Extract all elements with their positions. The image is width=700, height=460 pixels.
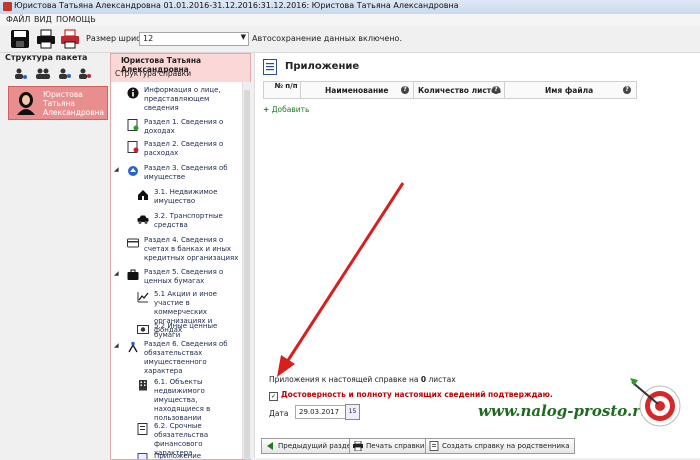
structure-item[interactable]: ◢ Раздел 3. Сведения об имуществе [111,164,242,184]
finance-doc-icon [137,423,148,435]
structure-scrollbar[interactable] [242,82,251,460]
structure-item-label: 3.2. Транспортные средства [154,212,223,229]
menu-view[interactable]: ВИД [34,15,52,24]
watermark: www.nalog-prosto.ru [478,402,652,420]
attachment-icon [137,453,148,459]
title-bar: Юристова Татьяна Александровна 01.01.201… [0,0,700,15]
print-pdf-icon[interactable] [60,29,80,49]
house-icon [138,190,148,200]
bank-card-icon [127,238,139,248]
structure-item-label: 5.2 Иные ценные бумаги [154,322,218,339]
remove-person-icon[interactable] [79,68,91,80]
expand-triangle-icon[interactable]: ◢ [114,342,119,349]
securities-icon [137,325,149,334]
date-input[interactable]: 29.03.2017 [295,405,346,419]
toolbar: Размер шрифта: 12 ▼ Автосохранение данны… [0,26,700,53]
add-child-icon[interactable] [59,68,71,80]
expense-doc-icon [127,141,139,153]
create-relative-button[interactable]: Создать справку на родственника [425,438,575,454]
calendar-icon[interactable]: 15 [345,404,360,420]
structure-item-label: 6.1. Объекты недвижимого имущества, нахо… [154,378,211,422]
add-person-icon[interactable] [15,68,27,80]
structure-item-label: Раздел 2. Сведения о расходах [144,140,224,157]
structure-item-label: Раздел 4. Сведения о счетах в банках и и… [144,236,239,262]
package-toolbar [14,68,96,82]
package-person-item[interactable]: Юристова Татьяна Александровна [8,86,108,120]
structure-item-label: Раздел 6. Сведения об обязательствах иму… [144,340,228,375]
structure-item[interactable]: ◢ Раздел 5. Сведения о ценных бумагах [111,268,242,288]
expand-triangle-icon[interactable]: ◢ [114,270,119,277]
attachments-count-text: Приложения к настоящей справке на 0 лист… [269,375,456,384]
obligations-icon [128,341,138,353]
font-size-select[interactable]: 12 ▼ [139,32,249,46]
count-suffix: листах [428,375,456,384]
structure-item-label: 3.1. Недвижимое имущество [154,188,218,205]
structure-item[interactable]: 3.1. Недвижимое имущество [111,188,242,208]
structure-item-label: Приложение [154,452,202,459]
scrollbar-thumb[interactable] [244,90,250,460]
confirm-checkbox[interactable]: ✓ [269,392,278,401]
print-icon[interactable] [36,29,56,49]
prev-section-label: Предыдущий раздел [278,442,356,450]
count-value: 0 [420,375,427,384]
structure-header: Юристова Татьяна Александровна Структура… [111,54,250,82]
menu-bar: ФАЙЛ ВИД ПОМОЩЬ [0,14,700,26]
target-logo-icon [630,378,681,427]
app-icon [3,2,12,11]
prev-section-button[interactable]: Предыдущий раздел [261,438,361,454]
structure-item[interactable]: 6.2. Срочные обязательства финансового х… [111,422,242,457]
package-person-name: Юристова Татьяна Александровна [43,90,105,117]
print-report-label: Печать справки [366,442,425,450]
count-prefix: Приложения к настоящей справке на [269,375,419,384]
arrow-left-icon [267,442,273,450]
structure-item[interactable]: 5.1 Акции и иное участие в коммерческих … [111,290,242,334]
menu-file[interactable]: ФАЙЛ [6,15,30,24]
structure-item[interactable]: 6.1. Объекты недвижимого имущества, нахо… [111,378,242,422]
structure-item[interactable]: Информация о лице, представляющем сведен… [111,86,242,116]
structure-item[interactable]: 5.2 Иные ценные бумаги [111,322,242,339]
package-structure-title: Структура пакета [5,53,88,62]
menu-help[interactable]: ПОМОЩЬ [56,15,96,24]
date-label: Дата [269,409,289,418]
add-spouse-icon[interactable] [36,68,50,80]
print-report-button[interactable]: Печать справки [349,438,430,454]
expand-triangle-icon[interactable]: ◢ [114,166,119,173]
briefcase-icon [127,269,139,280]
structure-item[interactable]: Раздел 2. Сведения о расходах [111,140,242,160]
confirm-label: Достоверность и полноту настоящих сведен… [281,390,553,399]
info-icon [127,87,139,99]
autosave-status: Автосохранение данных включено. [252,34,402,43]
confirm-checkbox-row[interactable]: ✓ Достоверность и полноту настоящих сведе… [269,390,553,401]
structure-item-label: Раздел 3. Сведения об имуществе [144,164,228,181]
structure-subtitle: Структура справки [115,69,192,78]
building-icon [139,380,147,391]
structure-item[interactable]: Раздел 1. Сведения о доходах [111,118,242,138]
structure-item[interactable]: Приложение [111,452,242,459]
printer-icon [353,441,363,451]
chevron-down-icon: ▼ [240,33,246,41]
avatar-icon [17,92,35,115]
structure-item-label: Раздел 5. Сведения о ценных бумагах [144,268,224,285]
structure-panel: Юристова Татьяна Александровна Структура… [110,53,251,460]
font-size-value: 12 [143,34,154,43]
create-relative-label: Создать справку на родственника [442,442,570,450]
car-icon [137,215,149,224]
structure-item[interactable]: Раздел 4. Сведения о счетах в банках и и… [111,236,242,264]
structure-item[interactable]: ◢ Раздел 6. Сведения об обязательствах им… [111,340,242,375]
structure-item[interactable]: 3.2. Транспортные средства [111,212,242,232]
new-doc-icon [429,441,439,451]
property-icon [128,166,138,176]
structure-item-label: Информация о лице, представляющем сведен… [144,86,221,112]
window-title: Юристова Татьяна Александровна 01.01.201… [14,1,459,10]
structure-list: Информация о лице, представляющем сведен… [111,82,242,459]
save-icon[interactable] [10,29,30,49]
structure-item-label: Раздел 1. Сведения о доходах [144,118,224,135]
stock-chart-icon [137,292,149,303]
income-doc-icon [127,119,139,131]
